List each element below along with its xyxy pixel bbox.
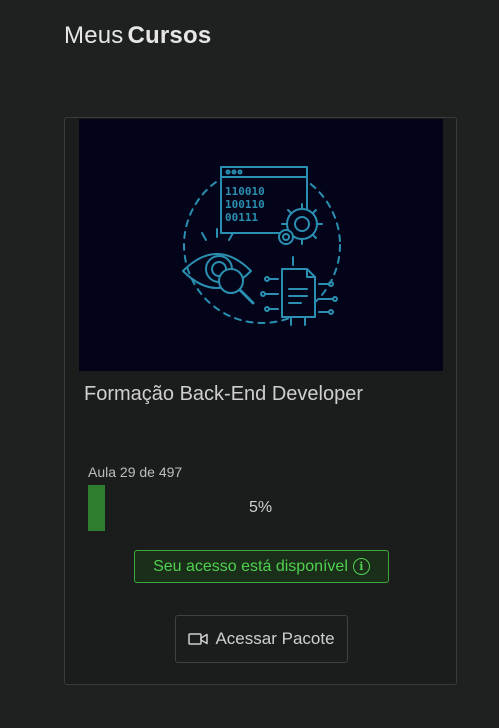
page-title: Meus Cursos <box>64 22 211 50</box>
code-line-2: 100110 <box>225 198 265 211</box>
access-status-label: Seu acesso está disponível <box>153 557 348 575</box>
access-status-badge: Seu acesso está disponível i <box>134 550 389 583</box>
code-line-1: 110010 <box>225 185 265 198</box>
progress-bar: 5% <box>88 485 433 531</box>
access-package-button[interactable]: Acessar Pacote <box>175 615 348 663</box>
page-title-light: Meus <box>64 22 124 49</box>
code-line-3: 00111 <box>225 211 258 224</box>
access-package-label: Acessar Pacote <box>215 629 335 648</box>
lesson-progress-text: Aula 29 de 497 <box>88 464 183 480</box>
course-card: 110010 100110 00111 Formação Back-End De… <box>64 117 457 685</box>
course-title[interactable]: Formação Back-End Developer <box>84 383 363 406</box>
info-icon[interactable]: i <box>352 558 370 575</box>
video-camera-icon <box>188 633 209 645</box>
course-thumbnail[interactable]: 110010 100110 00111 <box>79 119 443 371</box>
progress-percent: 5% <box>248 499 273 516</box>
page-title-bold: Cursos <box>127 22 212 49</box>
thumbnail-illustration: 110010 100110 00111 <box>182 166 341 326</box>
